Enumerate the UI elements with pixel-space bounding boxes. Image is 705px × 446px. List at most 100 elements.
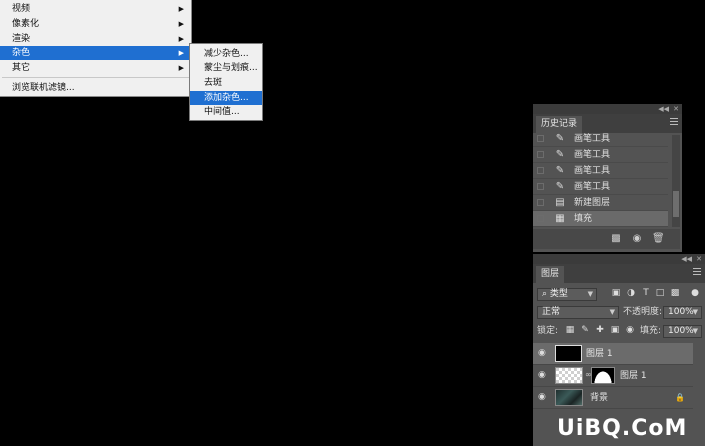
submenu-arrow-icon: ▶ [178,20,184,28]
submenu-item-median[interactable]: 中间值... [190,105,262,119]
history-state[interactable]: ✎ 画笔工具 [533,147,668,163]
history-state-label: 填充 [574,214,593,224]
history-state[interactable]: ▤ 新建图层 [533,195,668,211]
menu-item-label: 杂色 [12,48,31,58]
history-source-checkbox[interactable] [537,183,544,190]
menu-item-noise[interactable]: 杂色 ▶ [0,46,190,60]
trash-icon[interactable]: 🗑 [652,233,665,244]
snapshot-camera-icon[interactable]: ◉ [631,233,643,244]
collapse-icon[interactable]: ◀◀ [681,254,692,264]
menu-item-label: 像素化 [12,19,40,29]
history-state[interactable]: ✎ 画笔工具 [533,133,668,147]
menu-item-pixelate[interactable]: 像素化 ▶ [0,17,190,31]
history-state-label: 新建图层 [574,198,611,208]
history-state[interactable]: ✎ 画笔工具 [533,179,668,195]
history-source-checkbox[interactable] [537,135,544,142]
history-state-label: 画笔工具 [574,134,611,144]
scroll-thumb[interactable] [673,191,679,217]
opacity-value: 100% [668,307,694,317]
lock-all-icon[interactable]: ◉ [625,325,635,336]
history-scrollbar[interactable] [672,135,680,227]
layer-thumbnail [555,345,582,362]
chevron-down-icon: ▼ [609,308,615,316]
menu-item-render[interactable]: 渲染 ▶ [0,32,190,46]
menu-item-other[interactable]: 其它 ▶ [0,61,190,75]
adjustment-filter-icon[interactable]: ◑ [626,288,636,299]
lock-transparent-pixels-icon[interactable]: ▦ [565,325,575,336]
visibility-eye-icon[interactable]: ◉ [538,371,548,380]
history-state-selected[interactable]: ▦ 填充 [533,211,668,227]
history-state-label: 画笔工具 [574,182,611,192]
new-document-from-state-icon[interactable]: ▩ [610,233,622,244]
layer-filter-row: ⌕ 类型 ▼ ▣ ◑ T □ ▩ ● [533,286,705,303]
layer-row-background[interactable]: ◉ 背景 🔒 [533,387,693,409]
blend-opacity-row: 正常 ▼ 不透明度: 100% ▼ [533,304,705,321]
layer-thumbnail [555,389,583,406]
history-source-checkbox[interactable] [537,215,544,222]
lock-image-pixels-icon[interactable]: ✎ [580,325,590,336]
menu-item-browse-online-filters[interactable]: 浏览联机滤镜... [0,81,190,95]
fill-label: 填充: [640,326,662,336]
close-icon[interactable]: ✕ [696,254,702,264]
submenu-item-despeckle[interactable]: 去斑 [190,76,262,90]
opacity-label: 不透明度: [623,307,663,317]
submenu-arrow-icon: ▶ [178,64,184,72]
history-state-label: 画笔工具 [574,150,611,160]
close-icon[interactable]: ✕ [673,104,679,114]
visibility-eye-icon[interactable]: ◉ [538,393,548,402]
layer-kind-filter[interactable]: ⌕ 类型 ▼ [537,288,597,301]
layer-row[interactable]: ◉ ∞ 图层 1 [533,365,693,387]
fill-input[interactable]: 100% ▼ [663,325,702,338]
history-state-label: 画笔工具 [574,166,611,176]
history-tabbar: 历史记录 [533,114,682,133]
menu-item-label: 渲染 [12,34,31,44]
submenu-arrow-icon: ▶ [178,5,184,13]
pixel-filter-icon[interactable]: ▣ [611,288,621,299]
new-layer-icon: ▤ [555,197,565,208]
history-list: ✎ 画笔工具 ✎ 画笔工具 ✎ 画笔工具 ✎ 画笔工具 ▤ 新建图层 ▦ 填充 [533,133,680,229]
panel-menu-icon[interactable] [670,118,678,126]
menu-item-label: 其它 [12,63,31,73]
layer-name: 图层 1 [620,371,647,381]
shape-filter-icon[interactable]: □ [655,288,665,299]
layers-list: ◉ 图层 1 ◉ ∞ 图层 1 ◉ 背景 🔒 [533,343,693,413]
search-icon: ⌕ [542,289,548,299]
brush-icon: ✎ [555,149,565,160]
brush-icon: ✎ [555,181,565,192]
tab-layers[interactable]: 图层 [536,266,565,283]
lock-artboard-icon[interactable]: ▣ [610,325,620,336]
layer-row-selected[interactable]: ◉ 图层 1 [533,343,693,365]
layer-name: 图层 1 [586,349,613,359]
submenu-item-dust-and-scratches[interactable]: 蒙尘与划痕... [190,61,262,75]
layer-mask-thumbnail[interactable] [591,367,615,384]
lock-position-icon[interactable]: ✚ [595,325,605,336]
filter-kind-label: 类型 [549,289,568,299]
submenu-item-reduce-noise[interactable]: 减少杂色... [190,47,262,61]
type-filter-icon[interactable]: T [641,288,651,299]
brush-icon: ✎ [555,133,565,144]
fill-icon: ▦ [555,213,565,224]
lock-fill-row: 锁定: ▦ ✎ ✚ ▣ ◉ 填充: 100% ▼ [533,323,705,340]
fill-value: 100% [668,326,694,336]
history-source-checkbox[interactable] [537,199,544,206]
history-source-checkbox[interactable] [537,167,544,174]
submenu-item-add-noise[interactable]: 添加杂色... [190,91,262,105]
history-panel: 历史记录 ✎ 画笔工具 ✎ 画笔工具 ✎ 画笔工具 ✎ 画笔工具 ▤ 新建图层 [533,114,682,252]
menu-item-video[interactable]: 视频 ▶ [0,2,190,16]
blend-mode-select[interactable]: 正常 ▼ [537,306,619,319]
blend-mode-value: 正常 [542,307,561,317]
chevron-down-icon: ▼ [692,308,698,316]
history-source-checkbox[interactable] [537,151,544,158]
menu-divider [2,77,189,78]
submenu-arrow-icon: ▶ [178,35,184,43]
visibility-eye-icon[interactable]: ◉ [538,349,548,358]
watermark: UiBQ.CoM [557,416,688,441]
panel-menu-icon[interactable] [693,268,701,276]
opacity-input[interactable]: 100% ▼ [663,306,702,319]
tab-history[interactable]: 历史记录 [536,116,583,133]
smart-object-filter-icon[interactable]: ▩ [670,288,680,299]
brush-icon: ✎ [555,165,565,176]
filter-toggle-icon[interactable]: ● [690,288,700,299]
history-state[interactable]: ✎ 画笔工具 [533,163,668,179]
collapse-icon[interactable]: ◀◀ [658,104,669,114]
